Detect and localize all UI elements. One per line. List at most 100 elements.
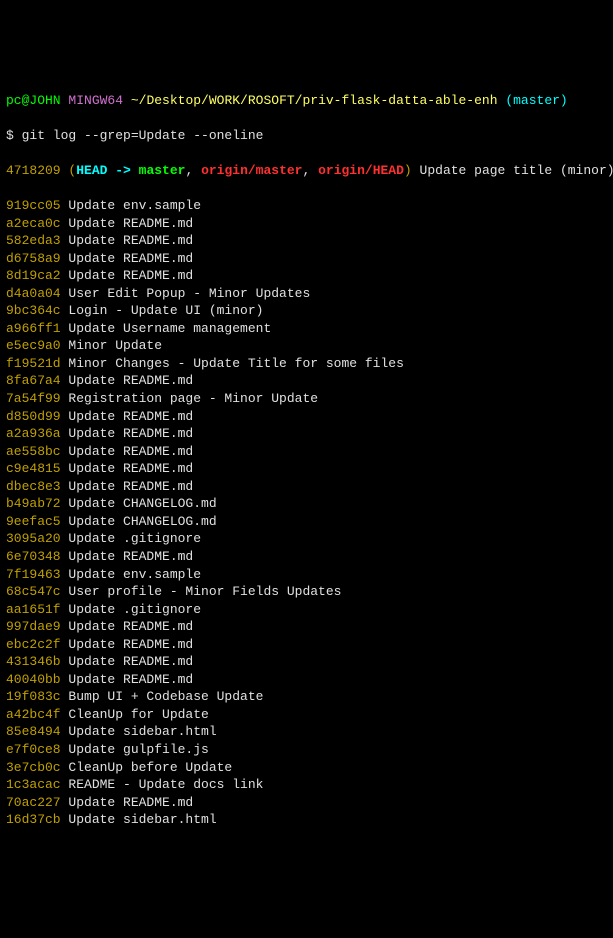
commit-msg: Update CHANGELOG.md <box>61 514 217 529</box>
commit-line: 7f19463 Update env.sample <box>6 566 607 584</box>
commit-hash: dbec8e3 <box>6 479 61 494</box>
commit-hash: 7f19463 <box>6 567 61 582</box>
commit-msg: Login - Update UI (minor) <box>61 303 264 318</box>
commit-msg: Minor Changes - Update Title for some fi… <box>61 356 404 371</box>
commit-line: 1c3acac README - Update docs link <box>6 776 607 794</box>
commit-hash: ae558bc <box>6 444 61 459</box>
prompt-branch: (master) <box>505 93 567 108</box>
commit-hash: 6e70348 <box>6 549 61 564</box>
commit-line: e5ec9a0 Minor Update <box>6 337 607 355</box>
origin-master: origin/master <box>201 163 302 178</box>
commit-hash: d850d99 <box>6 409 61 424</box>
commit-line: a42bc4f CleanUp for Update <box>6 706 607 724</box>
commit-hash: 8fa67a4 <box>6 373 61 388</box>
commit-hash: 1c3acac <box>6 777 61 792</box>
commit-msg: CleanUp for Update <box>61 707 209 722</box>
commit-hash: e5ec9a0 <box>6 338 61 353</box>
commit-line: d6758a9 Update README.md <box>6 250 607 268</box>
commit-msg: Bump UI + Codebase Update <box>61 689 264 704</box>
origin-head: origin/HEAD <box>318 163 404 178</box>
commit-line: 16d37cb Update sidebar.html <box>6 811 607 829</box>
commit-line: 6e70348 Update README.md <box>6 548 607 566</box>
commit-line: 40040bb Update README.md <box>6 671 607 689</box>
commit-hash: 40040bb <box>6 672 61 687</box>
commit-line: d850d99 Update README.md <box>6 408 607 426</box>
commit-msg: Update README.md <box>61 672 194 687</box>
commit-msg: Update README.md <box>61 795 194 810</box>
commit-line: e7f0ce8 Update gulpfile.js <box>6 741 607 759</box>
commit-line: d4a0a04 User Edit Popup - Minor Updates <box>6 285 607 303</box>
sep: , <box>185 163 201 178</box>
commit-msg: Update README.md <box>61 654 194 669</box>
commit-line: aa1651f Update .gitignore <box>6 601 607 619</box>
head-commit-line: 4718209 (HEAD -> master, origin/master, … <box>6 162 607 180</box>
commits-list: 919cc05 Update env.samplea2eca0c Update … <box>6 197 607 829</box>
commit-line: 582eda3 Update README.md <box>6 232 607 250</box>
commit-line: b49ab72 Update CHANGELOG.md <box>6 495 607 513</box>
commit-msg: Update README.md <box>61 637 194 652</box>
sep: , <box>302 163 318 178</box>
commit-line: 9eefac5 Update CHANGELOG.md <box>6 513 607 531</box>
commit-hash: ebc2c2f <box>6 637 61 652</box>
commit-hash: a42bc4f <box>6 707 61 722</box>
commit-msg: Update README.md <box>61 426 194 441</box>
commit-msg: Update README.md <box>61 268 194 283</box>
commit-line: 19f083c Bump UI + Codebase Update <box>6 688 607 706</box>
commit-hash: a2a936a <box>6 426 61 441</box>
commit-hash: 919cc05 <box>6 198 61 213</box>
commit-hash: 9eefac5 <box>6 514 61 529</box>
commit-line: 431346b Update README.md <box>6 653 607 671</box>
commit-line: c9e4815 Update README.md <box>6 460 607 478</box>
commit-line: dbec8e3 Update README.md <box>6 478 607 496</box>
commit-msg: Update README.md <box>61 216 194 231</box>
commit-line: a2eca0c Update README.md <box>6 215 607 233</box>
commit-line: a966ff1 Update Username management <box>6 320 607 338</box>
commit-hash: 8d19ca2 <box>6 268 61 283</box>
commit-hash: 997dae9 <box>6 619 61 634</box>
commit-line: 919cc05 Update env.sample <box>6 197 607 215</box>
commit-msg: Update env.sample <box>61 198 201 213</box>
commit-hash: c9e4815 <box>6 461 61 476</box>
commit-msg: Update README.md <box>61 479 194 494</box>
commit-hash: 16d37cb <box>6 812 61 827</box>
commit-msg: Update gulpfile.js <box>61 742 209 757</box>
commit-msg: Update README.md <box>61 549 194 564</box>
commit-hash: 7a54f99 <box>6 391 61 406</box>
commit-line: 9bc364c Login - Update UI (minor) <box>6 302 607 320</box>
commit-hash: 431346b <box>6 654 61 669</box>
commit-line: 85e8494 Update sidebar.html <box>6 723 607 741</box>
paren-close: ) <box>404 163 412 178</box>
commit-msg: Update README.md <box>61 461 194 476</box>
commit-hash: 3095a20 <box>6 531 61 546</box>
commit-line: f19521d Minor Changes - Update Title for… <box>6 355 607 373</box>
prompt-line: pc@JOHN MINGW64 ~/Desktop/WORK/ROSOFT/pr… <box>6 92 607 110</box>
commit-line: a2a936a Update README.md <box>6 425 607 443</box>
commit-msg: Update Username management <box>61 321 272 336</box>
commit-msg: Update README.md <box>61 233 194 248</box>
prompt-path: ~/Desktop/WORK/ROSOFT/priv-flask-datta-a… <box>131 93 498 108</box>
commit-hash: aa1651f <box>6 602 61 617</box>
prompt-env: MINGW64 <box>68 93 123 108</box>
commit-msg: Update README.md <box>61 444 194 459</box>
commit-msg: Update README.md <box>61 409 194 424</box>
commit-hash: 85e8494 <box>6 724 61 739</box>
commit-hash: 3e7cb0c <box>6 760 61 775</box>
commit-hash: 70ac227 <box>6 795 61 810</box>
commit-hash: a966ff1 <box>6 321 61 336</box>
commit-hash: d4a0a04 <box>6 286 61 301</box>
commit-msg: Registration page - Minor Update <box>61 391 318 406</box>
commit-hash: 9bc364c <box>6 303 61 318</box>
master-label: master <box>131 163 186 178</box>
commit-msg: Minor Update <box>61 338 162 353</box>
commit-msg: Update README.md <box>61 251 194 266</box>
commit-hash: 4718209 <box>6 163 61 178</box>
commit-msg: Update README.md <box>61 373 194 388</box>
commit-msg: Update .gitignore <box>61 602 201 617</box>
commit-msg: User Edit Popup - Minor Updates <box>61 286 311 301</box>
commit-hash: f19521d <box>6 356 61 371</box>
prompt-user: pc@JOHN <box>6 93 61 108</box>
commit-msg: Update env.sample <box>61 567 201 582</box>
commit-hash: b49ab72 <box>6 496 61 511</box>
commit-hash: 19f083c <box>6 689 61 704</box>
command-line[interactable]: $ git log --grep=Update --oneline <box>6 127 607 145</box>
